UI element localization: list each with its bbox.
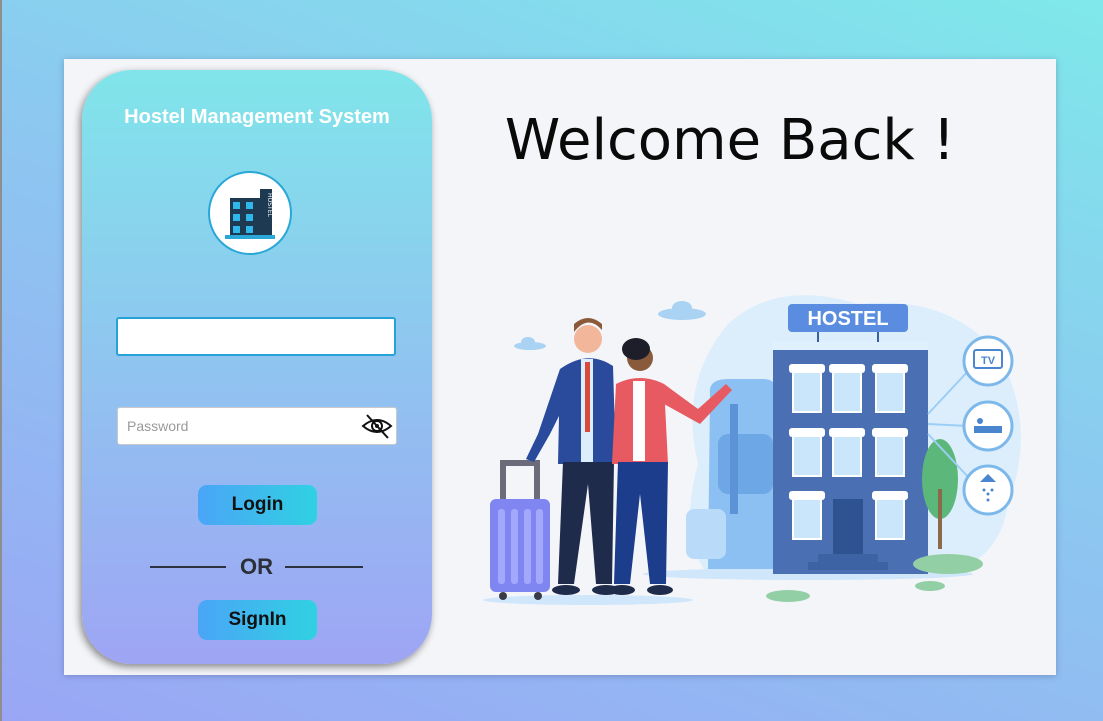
password-field <box>117 407 397 445</box>
welcome-heading: Welcome Back ! <box>504 108 956 173</box>
divider-line-right <box>285 566 363 568</box>
window-edge <box>0 0 2 721</box>
password-input[interactable] <box>118 408 376 444</box>
hostel-illustration: HOSTEL TV <box>478 284 1038 606</box>
logo-text: HOSTEL <box>266 193 273 217</box>
username-input[interactable] <box>116 317 396 356</box>
or-divider: OR <box>150 554 363 582</box>
login-button[interactable]: Login <box>198 485 317 525</box>
signin-button[interactable]: SignIn <box>198 600 317 640</box>
app-title: Hostel Management System <box>124 106 390 128</box>
eye-slash-icon[interactable] <box>361 411 393 441</box>
hostel-sign-text: HOSTEL <box>807 308 888 330</box>
hostel-logo-icon: HOSTEL <box>208 171 292 255</box>
login-card: Hostel Management System HOSTEL Login OR… <box>82 70 432 664</box>
tv-amenity-text: TV <box>981 355 996 367</box>
